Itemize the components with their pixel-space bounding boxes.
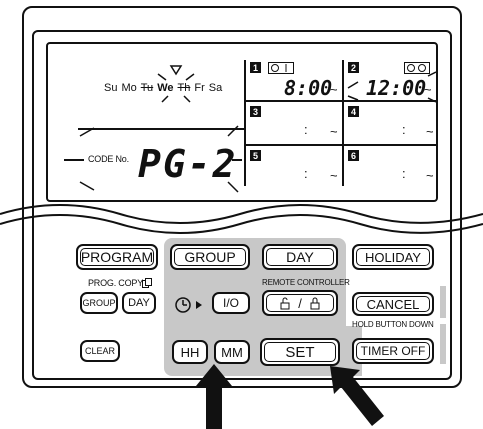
lock-icon (310, 297, 320, 309)
cut-line (0, 204, 483, 234)
weekday-sun: Su (104, 82, 118, 94)
slot-6-colon: : (402, 166, 406, 181)
weekday-mon: Mo (121, 82, 137, 94)
on-timer-icon (268, 62, 294, 74)
lcd-divider-vertical (244, 60, 246, 186)
timer-onoff-button[interactable]: I/O (212, 292, 250, 314)
slot-1-number: 1 (250, 62, 261, 73)
slot-5-number: 5 (250, 150, 261, 161)
group-button[interactable]: GROUP (170, 244, 250, 270)
prog-copy-label: PROG. COPY (88, 278, 144, 288)
lcd-screen: Su Mo Tu We Th Fr Sa CODE No. PG-2 1 8:0… (46, 42, 438, 202)
copy-icon (142, 278, 152, 288)
unlock-icon (280, 297, 290, 309)
weekday-sat: Sa (208, 82, 223, 94)
slot-5-colon: : (304, 166, 308, 181)
slot-1-tilde: ~ (330, 82, 338, 97)
slot-3-tilde: ~ (330, 124, 338, 139)
day-button[interactable]: DAY (262, 244, 338, 270)
slot-4-number: 4 (348, 106, 359, 117)
timer-clock-arrow-icon (175, 297, 202, 313)
mm-button[interactable]: MM (214, 340, 250, 364)
arrow-diagonal-icon (330, 366, 384, 426)
weekday-indicator-icon (157, 65, 195, 103)
copy-group-button[interactable]: GROUP (80, 292, 118, 314)
slot-3-number: 3 (250, 106, 261, 117)
hh-button[interactable]: HH (172, 340, 208, 364)
slot-4-tilde: ~ (426, 124, 434, 139)
slot-2-blink-icon (347, 71, 436, 103)
slot-5-tilde: ~ (330, 168, 338, 183)
lock-button[interactable]: / (262, 290, 338, 316)
remote-controller-label: REMOTE CONTROLLER (262, 278, 350, 287)
lcd-divider-h2 (246, 144, 436, 146)
copy-day-button[interactable]: DAY (122, 292, 156, 314)
slot-4-colon: : (402, 122, 406, 137)
slot-1-time: 8:00 (284, 76, 333, 100)
slot-3-colon: : (304, 122, 308, 137)
clear-button[interactable]: CLEAR (80, 340, 120, 362)
side-bar-bottom (440, 324, 446, 364)
cancel-button[interactable]: CANCEL (352, 292, 434, 316)
code-blink-icon (64, 125, 242, 193)
slot-6-tilde: ~ (426, 168, 434, 183)
arrow-up-icon (196, 364, 232, 429)
side-bar-top (440, 286, 446, 318)
holiday-button[interactable]: HOLIDAY (352, 244, 434, 270)
program-button[interactable]: PROGRAM (76, 244, 158, 270)
hold-button-label: HOLD BUTTON DOWN (352, 320, 434, 329)
slot-6-number: 6 (348, 150, 359, 161)
